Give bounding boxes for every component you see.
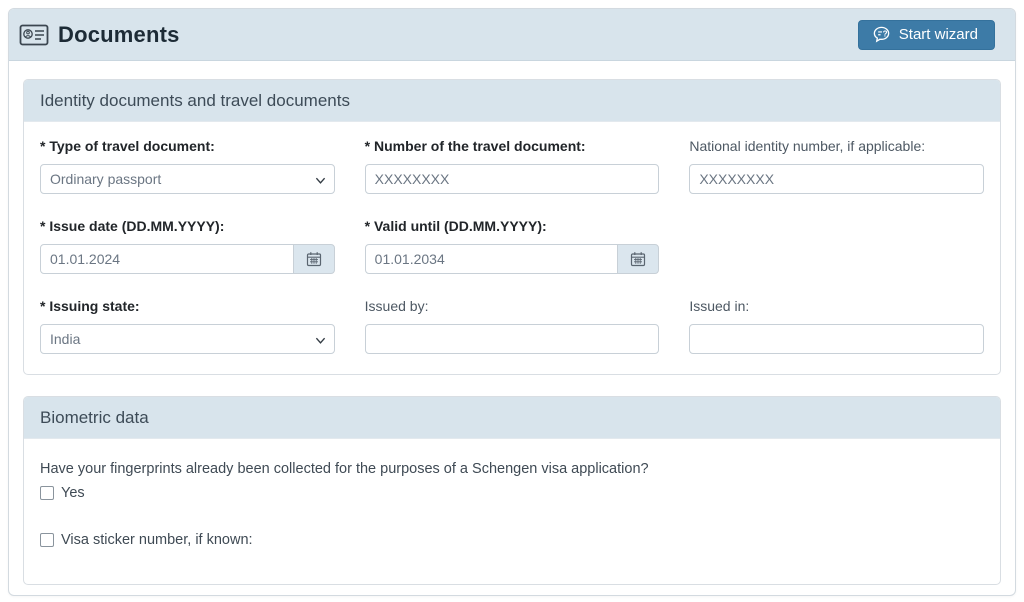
field-empty-spacer [689,218,984,274]
card-body: Identity documents and travel documents … [9,61,1015,595]
identity-documents-panel: Identity documents and travel documents … [23,79,1001,375]
id-card-icon [19,23,49,47]
valid-until-calendar-button[interactable] [617,244,660,274]
travel-doc-type-select[interactable]: Ordinary passport [40,164,335,194]
wizard-chat-icon: ? [872,25,891,44]
documents-card: Documents ? Start wizard Identity docume… [8,8,1016,596]
field-travel-doc-type: * Type of travel document: Ordinary pass… [40,138,335,194]
issued-in-label: Issued in: [689,298,750,314]
issuing-state-label: * Issuing state: [40,298,140,314]
issued-by-label: Issued by: [364,298,429,314]
national-id-number-label: National identity number, if applicable: [689,138,926,154]
field-issuing-state: * Issuing state: India [40,298,335,354]
issue-date-calendar-button[interactable] [292,244,335,274]
visa-sticker-checkbox[interactable] [40,533,54,547]
travel-doc-type-label: * Type of travel document: [40,138,215,154]
field-issued-by: Issued by: [364,298,660,354]
calendar-icon [306,251,322,267]
visa-sticker-row: Visa sticker number, if known: [40,532,984,548]
issued-by-input[interactable] [364,324,660,354]
issue-date-label: * Issue date (DD.MM.YYYY): [40,218,225,234]
calendar-icon [630,251,646,267]
travel-doc-number-input[interactable] [364,164,660,194]
field-valid-until: * Valid until (DD.MM.YYYY): [364,218,660,274]
svg-text:?: ? [882,29,887,38]
field-national-id-number: National identity number, if applicable: [689,138,984,194]
national-id-number-input[interactable] [689,164,984,194]
field-travel-doc-number: * Number of the travel document: [364,138,660,194]
valid-until-input[interactable] [364,244,619,274]
issuing-state-select[interactable]: India [40,324,335,354]
page-header: Documents ? Start wizard [9,9,1015,61]
biometric-section-title: Biometric data [24,397,1000,439]
fingerprints-yes-label: Yes [61,485,85,501]
identity-section-title: Identity documents and travel documents [24,80,1000,122]
field-issue-date: * Issue date (DD.MM.YYYY): [40,218,335,274]
start-wizard-button[interactable]: ? Start wizard [857,19,995,50]
fingerprints-yes-row: Yes [40,485,984,501]
issue-date-input[interactable] [40,244,294,274]
fingerprints-yes-checkbox[interactable] [40,486,54,500]
fingerprints-question: Have your fingerprints already been coll… [40,461,649,477]
issued-in-input[interactable] [689,324,984,354]
start-wizard-label: Start wizard [898,25,978,43]
page-title: Documents [58,21,180,47]
field-issued-in: Issued in: [689,298,984,354]
visa-sticker-label: Visa sticker number, if known: [61,532,253,548]
valid-until-label: * Valid until (DD.MM.YYYY): [364,218,547,234]
travel-doc-number-label: * Number of the travel document: [364,138,586,154]
biometric-panel: Biometric data Have your fingerprints al… [23,396,1001,585]
